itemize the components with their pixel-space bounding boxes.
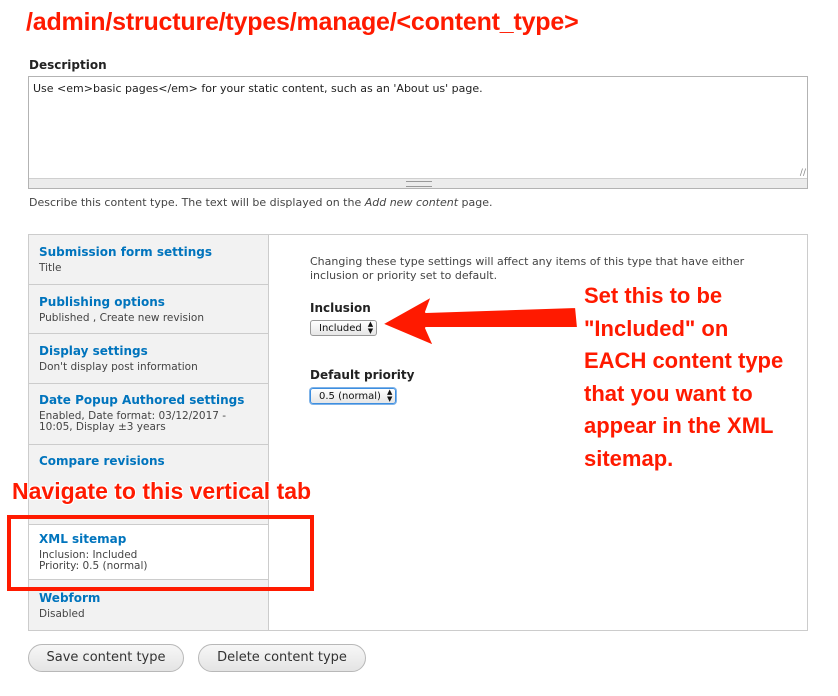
annotation-arrow-icon (381, 295, 579, 347)
description-textarea[interactable]: Use <em>basic pages</em> for your static… (28, 76, 808, 189)
description-help-em: Add new content (364, 196, 459, 209)
save-content-type-button[interactable]: Save content type (28, 644, 184, 672)
pane-description: Changing these type settings will affect… (310, 255, 745, 282)
textarea-resize-grip[interactable] (29, 178, 807, 188)
vertical-tab-summary: Don't display post information (39, 361, 198, 373)
inclusion-label: Inclusion (310, 301, 371, 315)
description-help-after: page. (458, 196, 493, 209)
vertical-tab-summary: Published , Create new revision (39, 312, 204, 324)
vertical-tab-display-settings[interactable]: Display settings Don't display post info… (29, 334, 268, 384)
vertical-tab-summary: Disabled (39, 608, 85, 620)
annotation-set-note-line: sitemap. (584, 445, 674, 471)
vertical-tab-submission-form-settings[interactable]: Submission form settings Title (29, 235, 268, 285)
vertical-tab-pane-xml-sitemap: Changing these type settings will affect… (310, 255, 780, 404)
vertical-tab-title[interactable]: Submission form settings (39, 245, 212, 259)
vertical-tab-date-popup-authored-settings[interactable]: Date Popup Authored settings Enabled, Da… (29, 384, 268, 445)
inclusion-select[interactable]: Included ▲ ▼ (310, 320, 378, 336)
vertical-tab-title[interactable]: Display settings (39, 344, 148, 358)
annotation-set-note-line: that you want to (584, 380, 753, 406)
default-priority-select[interactable]: 0.5 (normal) ▲ ▼ (310, 388, 397, 404)
annotation-set-note-line: appear in the XML (584, 413, 774, 438)
annotation-heading: /admin/structure/types/manage/<content_t… (26, 8, 579, 36)
annotation-set-note-line: "Included" on (584, 315, 729, 341)
description-label: Description (29, 58, 107, 72)
vertical-tab-title[interactable]: Compare revisions (39, 454, 165, 468)
vertical-tab-title[interactable]: Date Popup Authored settings (39, 393, 244, 407)
description-value: Use <em>basic pages</em> for your static… (33, 82, 483, 95)
select-arrows-icon: ▲ ▼ (386, 388, 393, 403)
annotation-navigate-note: Navigate to this vertical tab (12, 478, 312, 504)
annotation-set-note-line: Set this to be (584, 283, 723, 308)
annotation-set-note-line: EACH content type (584, 348, 784, 373)
vertical-tab-summary-line-2: 10:05, Display ±3 years (39, 421, 166, 433)
annotation-set-note: Set this to be "Included" on EACH conten… (584, 280, 783, 475)
grip-lines-icon (406, 181, 432, 187)
vertical-tab-publishing-options[interactable]: Publishing options Published , Create ne… (29, 285, 268, 334)
vertical-tab-summary: Title (39, 262, 62, 274)
inclusion-select-value: Included (319, 323, 362, 334)
vertical-tab-title[interactable]: Webform (39, 591, 100, 605)
description-help-text: Describe this content type. The text wil… (29, 196, 493, 209)
select-arrows-icon: ▲ ▼ (367, 320, 374, 335)
description-help-before: Describe this content type. The text wil… (29, 196, 365, 209)
default-priority-select-value: 0.5 (normal) (319, 391, 381, 402)
vertical-tab-title[interactable]: Publishing options (39, 295, 165, 309)
default-priority-label: Default priority (310, 368, 415, 382)
resize-corner-icon[interactable]: ∕∕ (800, 169, 806, 178)
annotation-highlight-box (7, 515, 314, 591)
delete-content-type-button[interactable]: Delete content type (198, 644, 366, 672)
